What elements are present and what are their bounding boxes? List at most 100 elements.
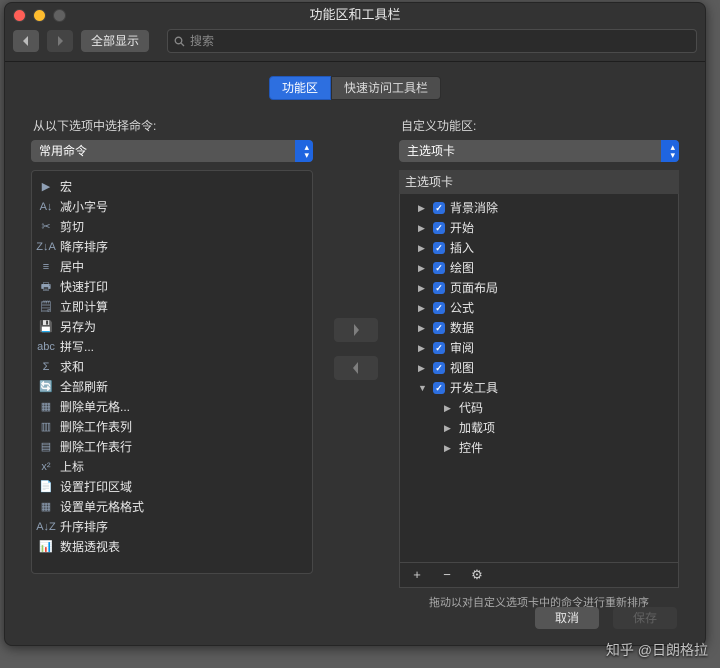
cancel-button[interactable]: 取消	[535, 607, 599, 629]
tree-label: 加载项	[459, 420, 495, 436]
tree-add-button[interactable]: +	[406, 566, 428, 584]
tree-label: 开发工具	[450, 380, 498, 396]
list-item[interactable]: abc拼写...	[32, 337, 312, 357]
commands-dropdown[interactable]: 常用命令 ▴▾	[31, 140, 313, 162]
disclosure-closed-icon[interactable]: ▶	[418, 302, 428, 314]
tree-child-row[interactable]: ▶ 加载项	[400, 418, 678, 438]
window-title: 功能区和工具栏	[5, 6, 705, 24]
gear-icon: ⚙	[471, 566, 483, 584]
tree-remove-button[interactable]: −	[436, 566, 458, 584]
checkbox-icon[interactable]: ✓	[433, 382, 445, 394]
command-label: 全部刷新	[60, 379, 108, 395]
list-item[interactable]: ✂剪切	[32, 217, 312, 237]
checkbox-icon[interactable]: ✓	[433, 202, 445, 214]
list-item[interactable]: ▶宏	[32, 177, 312, 197]
checkbox-icon[interactable]: ✓	[433, 222, 445, 234]
command-icon: ▤	[38, 439, 54, 455]
show-all-button[interactable]: 全部显示	[81, 30, 149, 52]
command-label: 立即计算	[60, 299, 108, 315]
command-icon: 📄	[38, 479, 54, 495]
checkbox-icon[interactable]: ✓	[433, 242, 445, 254]
tree-row[interactable]: ▶ ✓ 数据	[400, 318, 678, 338]
ribbon-scope-dropdown[interactable]: 主选项卡 ▴▾	[399, 140, 679, 162]
checkbox-icon[interactable]: ✓	[433, 362, 445, 374]
tree-label: 开始	[450, 220, 474, 236]
list-item[interactable]: ▥删除工作表列	[32, 417, 312, 437]
disclosure-closed-icon[interactable]: ▶	[444, 402, 454, 414]
tree-row[interactable]: ▶ ✓ 插入	[400, 238, 678, 258]
tree-row[interactable]: ▶ ✓ 绘图	[400, 258, 678, 278]
list-item[interactable]: 🗒立即计算	[32, 297, 312, 317]
disclosure-closed-icon[interactable]: ▶	[418, 342, 428, 354]
command-label: 上标	[60, 459, 84, 475]
command-icon: ▦	[38, 399, 54, 415]
disclosure-closed-icon[interactable]: ▶	[444, 422, 454, 434]
tree-row[interactable]: ▶ ✓ 视图	[400, 358, 678, 378]
tree-label: 审阅	[450, 340, 474, 356]
list-item[interactable]: A↓Z 升序排序	[32, 517, 312, 537]
command-icon: ✂	[38, 219, 54, 235]
checkbox-icon[interactable]: ✓	[433, 302, 445, 314]
command-label: 居中	[60, 259, 84, 275]
command-icon: ▶	[38, 179, 54, 195]
tree-row[interactable]: ▶ ✓ 审阅	[400, 338, 678, 358]
tree-row[interactable]: ▶ ✓ 背景消除	[400, 198, 678, 218]
tree-settings-button[interactable]: ⚙	[466, 566, 488, 584]
disclosure-open-icon[interactable]: ▼	[418, 382, 428, 394]
commands-listbox[interactable]: ▶宏A↓减小字号✂剪切Z↓A降序排序 ≡ 居中 🖶快速打印🗒立即计算💾另存为abc拼写…	[31, 170, 313, 574]
command-icon: x²	[38, 459, 54, 475]
list-item[interactable]: 🖶快速打印	[32, 277, 312, 297]
command-icon: abc	[38, 339, 54, 355]
tab-ribbon[interactable]: 功能区	[269, 76, 331, 100]
tree-row[interactable]: ▶ ✓ 公式	[400, 298, 678, 318]
tab-qat[interactable]: 快速访问工具栏	[331, 76, 441, 100]
command-icon: A↓Z	[38, 519, 54, 535]
list-item[interactable]: 📊数据透视表	[32, 537, 312, 557]
list-item[interactable]: 📄设置打印区域	[32, 477, 312, 497]
list-item[interactable]: Σ求和	[32, 357, 312, 377]
back-button[interactable]	[13, 30, 39, 52]
disclosure-closed-icon[interactable]: ▶	[418, 222, 428, 234]
disclosure-closed-icon[interactable]: ▶	[418, 202, 428, 214]
command-icon: ≡	[38, 259, 54, 275]
disclosure-closed-icon[interactable]: ▶	[444, 442, 454, 454]
disclosure-closed-icon[interactable]: ▶	[418, 362, 428, 374]
list-item[interactable]: ▤删除工作表行	[32, 437, 312, 457]
list-item[interactable]: ▦ 删除单元格...	[32, 397, 312, 417]
command-label: 设置单元格格式	[60, 499, 144, 515]
tree-child-row[interactable]: ▶控件	[400, 438, 678, 458]
minimize-icon[interactable]	[33, 9, 46, 22]
command-label: 另存为	[60, 319, 96, 335]
close-icon[interactable]	[13, 9, 26, 22]
command-label: 减小字号	[60, 199, 108, 215]
tree-row[interactable]: ▶ ✓ 开始	[400, 218, 678, 238]
command-icon: 🔄	[38, 379, 54, 395]
search-placeholder: 搜索	[190, 33, 214, 49]
checkbox-icon[interactable]: ✓	[433, 282, 445, 294]
disclosure-closed-icon[interactable]: ▶	[418, 262, 428, 274]
checkbox-icon[interactable]: ✓	[433, 262, 445, 274]
command-label: 删除单元格...	[60, 399, 130, 415]
list-item[interactable]: ▦设置单元格格式	[32, 497, 312, 517]
list-item[interactable]: x² 上标	[32, 457, 312, 477]
command-icon: ▥	[38, 419, 54, 435]
tree-child-row[interactable]: ▶代码	[400, 398, 678, 418]
checkbox-icon[interactable]: ✓	[433, 342, 445, 354]
list-item[interactable]: ≡ 居中	[32, 257, 312, 277]
disclosure-closed-icon[interactable]: ▶	[418, 282, 428, 294]
disclosure-closed-icon[interactable]: ▶	[418, 242, 428, 254]
list-item[interactable]: Z↓A降序排序	[32, 237, 312, 257]
tree-row[interactable]: ▶ ✓ 页面布局	[400, 278, 678, 298]
list-item[interactable]: A↓减小字号	[32, 197, 312, 217]
ribbon-tree[interactable]: ▶ ✓ 背景消除▶ ✓ 开始▶ ✓ 插入▶ ✓ 绘图▶ ✓ 页面布局▶	[399, 194, 679, 563]
command-label: 求和	[60, 359, 84, 375]
add-command-button	[334, 318, 378, 342]
disclosure-closed-icon[interactable]: ▶	[418, 322, 428, 334]
chevron-updown-icon: ▴▾	[670, 143, 675, 159]
list-item[interactable]: 💾另存为	[32, 317, 312, 337]
checkbox-icon[interactable]: ✓	[433, 322, 445, 334]
tree-row[interactable]: ▼ ✓ 开发工具	[400, 378, 678, 398]
list-item[interactable]: 🔄 全部刷新	[32, 377, 312, 397]
search-input[interactable]: 搜索	[167, 29, 697, 53]
command-label: 升序排序	[60, 519, 108, 535]
